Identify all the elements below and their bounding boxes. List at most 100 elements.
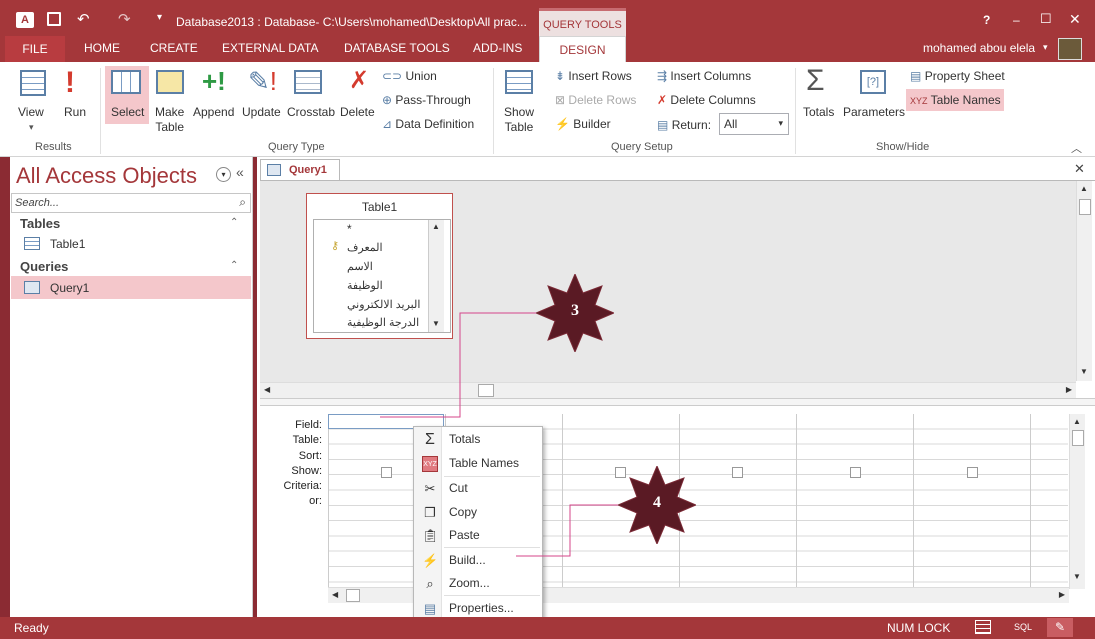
- field-item[interactable]: الاسم: [347, 260, 373, 273]
- field-item[interactable]: الوظيفة: [347, 279, 383, 292]
- user-name[interactable]: mohamed abou elela: [923, 41, 1035, 55]
- restore-button[interactable]: ☐: [1040, 11, 1052, 27]
- builder-button[interactable]: ⚡ Builder: [555, 117, 611, 131]
- tab-home[interactable]: HOME: [84, 41, 120, 55]
- show-checkbox[interactable]: [967, 467, 978, 478]
- collapse-ribbon-icon[interactable]: ︿: [1071, 140, 1082, 156]
- data-definition-label: Data Definition: [395, 117, 475, 131]
- show-checkbox[interactable]: [381, 467, 392, 478]
- scroll-up-icon[interactable]: ▲: [1073, 417, 1081, 426]
- collapse-queries-icon[interactable]: ⌃: [230, 260, 238, 271]
- menu-item-totals[interactable]: Σ Totals: [414, 428, 542, 451]
- pass-through-button[interactable]: ⊕ Pass-Through: [382, 93, 471, 107]
- menu-item-build[interactable]: ⚡ Build...: [414, 549, 542, 572]
- field-item[interactable]: البريد الالكتروني: [347, 298, 420, 311]
- nav-menu-icon[interactable]: ▾: [216, 167, 231, 182]
- nav-search-box[interactable]: Search... ⌕: [11, 193, 251, 213]
- scroll-down-icon[interactable]: ▼: [432, 319, 440, 328]
- save-icon[interactable]: [47, 12, 61, 26]
- menu-item-paste[interactable]: 📋︎ Paste: [414, 524, 542, 547]
- field-asterisk[interactable]: *: [347, 222, 352, 236]
- delete-rows-button[interactable]: ⊠ Delete Rows: [555, 93, 636, 107]
- scroll-up-icon[interactable]: ▲: [432, 222, 440, 231]
- menu-item-copy[interactable]: ❐ Copy: [414, 501, 542, 524]
- sql-view-button[interactable]: SQL: [1014, 622, 1032, 632]
- update-button[interactable]: Update: [242, 105, 281, 120]
- lower-vscroll[interactable]: ▲ ▼: [1069, 414, 1085, 589]
- totals-button[interactable]: Totals: [803, 105, 834, 120]
- document-tab-query1[interactable]: Query1: [260, 159, 340, 181]
- scroll-thumb[interactable]: [478, 384, 494, 397]
- user-dropdown-icon[interactable]: ▾: [1043, 42, 1048, 53]
- delete-button[interactable]: Delete: [340, 105, 375, 120]
- data-definition-button[interactable]: ⊿ Data Definition: [382, 117, 474, 131]
- show-table-button[interactable]: Show Table: [504, 105, 534, 135]
- close-button[interactable]: ✕: [1069, 11, 1081, 28]
- design-view-icon[interactable]: ✎: [1047, 618, 1073, 637]
- crosstab-button[interactable]: Crosstab: [287, 105, 335, 120]
- menu-item-cut[interactable]: ✂ Cut: [414, 477, 542, 500]
- union-button[interactable]: ⊂⊃ Union: [382, 69, 437, 83]
- search-icon[interactable]: ⌕: [239, 195, 246, 210]
- table1-field-list[interactable]: Table1 ▲ ▼ * ⚷ المعرف الاسم الوظيفة البر…: [306, 193, 453, 339]
- upper-hscroll[interactable]: ◀ ▶: [260, 382, 1076, 398]
- sigma-icon: Σ: [806, 64, 825, 97]
- tab-create[interactable]: CREATE: [150, 41, 198, 55]
- tab-database-tools[interactable]: DATABASE TOOLS: [344, 41, 450, 55]
- minimize-button[interactable]: –: [1013, 13, 1020, 27]
- table-names-button[interactable]: XYZ Table Names: [910, 93, 1001, 107]
- make-table-button[interactable]: Make Table: [155, 105, 184, 135]
- scroll-down-icon[interactable]: ▼: [1073, 572, 1081, 581]
- close-document-icon[interactable]: ✕: [1074, 161, 1085, 177]
- menu-item-label: Copy: [449, 505, 478, 519]
- field-list-scrollbar[interactable]: ▲ ▼: [428, 220, 444, 332]
- select-button[interactable]: Select: [111, 105, 144, 120]
- undo-icon[interactable]: ↶: [77, 10, 90, 28]
- search-input[interactable]: Search...: [15, 197, 59, 209]
- field-item[interactable]: المعرف: [347, 241, 383, 254]
- datasheet-view-icon[interactable]: [975, 620, 991, 634]
- upper-vscroll[interactable]: ▲ ▼: [1076, 181, 1092, 381]
- view-dropdown-icon[interactable]: ▾: [29, 122, 34, 133]
- view-button[interactable]: View: [18, 105, 44, 120]
- append-button[interactable]: Append: [193, 105, 234, 120]
- scroll-right-icon[interactable]: ▶: [1059, 590, 1065, 599]
- pane-splitter[interactable]: [260, 398, 1095, 406]
- collapse-tables-icon[interactable]: ⌃: [230, 217, 238, 228]
- nav-group-queries[interactable]: Queries: [20, 259, 68, 274]
- nav-group-tables[interactable]: Tables: [20, 216, 60, 231]
- parameters-button[interactable]: Parameters: [843, 105, 905, 120]
- show-checkbox[interactable]: [732, 467, 743, 478]
- scroll-thumb[interactable]: [346, 589, 360, 602]
- menu-item-table-names[interactable]: XYZ Table Names: [414, 452, 542, 475]
- menu-item-zoom[interactable]: ⌕ Zoom...: [414, 572, 542, 595]
- redo-icon[interactable]: ↷: [118, 10, 131, 28]
- nav-title[interactable]: All Access Objects: [16, 163, 197, 189]
- return-select[interactable]: All ▾: [719, 113, 789, 135]
- shutter-bar-close-icon[interactable]: «: [236, 164, 244, 180]
- nav-item-query1[interactable]: Query1: [50, 281, 89, 295]
- delete-columns-button[interactable]: ✗ Delete Columns: [657, 93, 756, 107]
- scroll-down-icon[interactable]: ▼: [1080, 367, 1088, 376]
- tab-add-ins[interactable]: ADD-INS: [473, 41, 522, 55]
- tab-file[interactable]: FILE: [5, 36, 65, 62]
- scroll-left-icon[interactable]: ◀: [332, 590, 338, 599]
- scroll-right-icon[interactable]: ▶: [1066, 385, 1072, 394]
- tab-design[interactable]: DESIGN: [539, 36, 626, 63]
- tab-external-data[interactable]: EXTERNAL DATA: [222, 41, 318, 55]
- insert-columns-button[interactable]: ⇶ Insert Columns: [657, 69, 751, 83]
- field-list-title[interactable]: Table1: [307, 200, 452, 214]
- field-item[interactable]: الدرجة الوظيفية: [347, 316, 419, 329]
- nav-item-query1-highlight[interactable]: [11, 276, 251, 299]
- nav-item-table1[interactable]: Table1: [50, 237, 85, 251]
- scroll-thumb[interactable]: [1079, 199, 1091, 215]
- scroll-left-icon[interactable]: ◀: [264, 385, 270, 394]
- insert-rows-button[interactable]: ⇟ Insert Rows: [555, 69, 632, 83]
- help-button[interactable]: ?: [983, 13, 990, 27]
- scroll-thumb[interactable]: [1072, 430, 1084, 446]
- run-button[interactable]: Run: [64, 105, 86, 120]
- customize-qat-icon[interactable]: ▾: [157, 12, 162, 23]
- property-sheet-button[interactable]: ▤ Property Sheet: [910, 69, 1005, 83]
- show-checkbox[interactable]: [850, 467, 861, 478]
- scroll-up-icon[interactable]: ▲: [1080, 184, 1088, 193]
